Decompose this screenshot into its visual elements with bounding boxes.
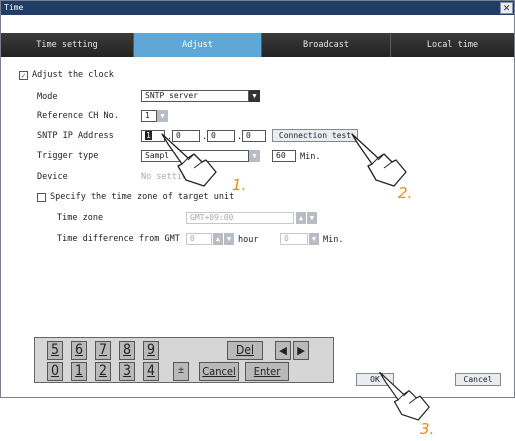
minute-down-button[interactable]: ▼ [309,233,319,245]
hour-input[interactable]: 0 [186,233,212,245]
close-button[interactable]: ✕ [500,2,513,14]
title-bar: Time ✕ [1,1,514,15]
key-left-arrow[interactable]: ◀ [275,341,291,360]
key-0[interactable]: 0 [47,362,63,381]
key-enter[interactable]: Enter [245,362,289,381]
hour-up-button[interactable]: ▲ [213,233,223,245]
tab-local-time[interactable]: Local time [391,33,514,57]
key-sign[interactable]: ± [173,362,189,381]
mode-label: Mode [37,92,58,102]
cancel-button[interactable]: Cancel [455,373,501,386]
hour-unit-label: hour [238,235,259,245]
timezone-up-button[interactable]: ▲ [296,212,306,224]
specify-timezone-checkbox[interactable] [37,193,46,202]
trigger-type-label: Trigger type [37,151,99,161]
reference-ch-label: Reference CH No. [37,111,119,121]
timezone-select[interactable]: GMT+09:00 [186,212,294,224]
connection-test-button[interactable]: Connection test [272,129,358,142]
key-4[interactable]: 4 [143,362,159,381]
time-difference-label: Time difference from GMT [57,234,180,244]
pointing-hand-icon [351,133,407,187]
window-title: Time [4,3,24,12]
key-right-arrow[interactable]: ▶ [293,341,309,360]
key-delete[interactable]: Del [227,341,263,360]
device-label: Device [37,172,68,182]
adjust-clock-label: Adjust the clock [32,70,114,80]
pointing-hand-icon [379,371,430,421]
trigger-type-dropdown-button[interactable]: ▼ [249,150,260,162]
specify-timezone-label: Specify the time zone of target unit [50,192,235,202]
timezone-down-button[interactable]: ▼ [307,212,317,224]
adjust-clock-checkbox[interactable]: ✓ [19,71,28,80]
key-6[interactable]: 6 [71,341,87,360]
mode-dropdown-button[interactable]: ▼ [249,90,260,102]
tab-broadcast[interactable]: Broadcast [262,33,391,57]
key-1[interactable]: 1 [71,362,87,381]
minute-input[interactable]: 0 [280,233,308,245]
key-7[interactable]: 7 [95,341,111,360]
key-3[interactable]: 3 [119,362,135,381]
callout-2: 2. [398,184,413,202]
pointing-hand-icon [161,133,217,187]
callout-3: 3. [420,420,435,438]
timezone-label: Time zone [57,213,104,223]
sntp-ip-label: SNTP IP Address [37,131,114,141]
trigger-interval-input[interactable]: 60 [272,150,296,162]
tab-time-setting[interactable]: Time setting [1,33,134,57]
minute-unit-label: Min. [323,235,344,245]
reference-ch-dropdown-button[interactable]: ▼ [157,110,168,122]
key-2[interactable]: 2 [95,362,111,381]
key-9[interactable]: 9 [143,341,159,360]
trigger-unit-label: Min. [300,152,321,162]
mode-select[interactable]: SNTP server [141,90,249,102]
ip-octet-4[interactable]: 0 [242,130,266,142]
tab-adjust[interactable]: Adjust [134,33,262,57]
tab-bar: Time setting Adjust Broadcast Local time [1,33,514,57]
hour-down-button[interactable]: ▼ [224,233,234,245]
reference-ch-select[interactable]: 1 [141,110,157,122]
numeric-keypad: 5 6 7 8 9 Del ◀ ▶ 0 1 2 3 4 ± Cancel Ent… [34,337,334,383]
callout-1: 1. [232,176,247,194]
key-8[interactable]: 8 [119,341,135,360]
key-cancel[interactable]: Cancel [199,362,239,381]
key-5[interactable]: 5 [47,341,63,360]
